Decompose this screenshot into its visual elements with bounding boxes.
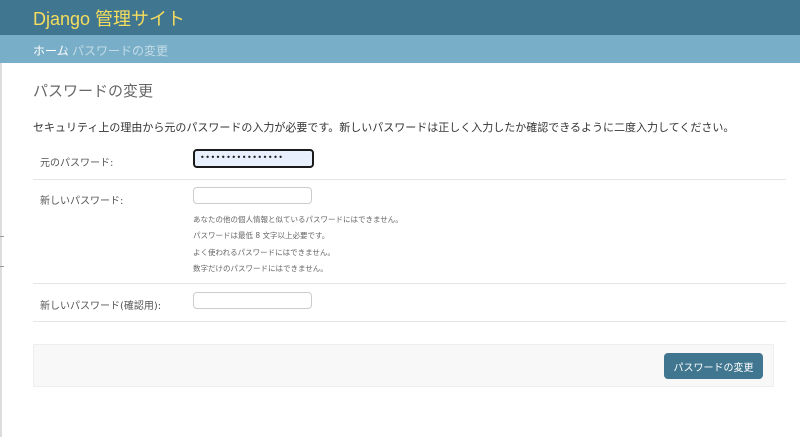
password-help-text: よく使われるパスワードにはできません。 [193,248,335,257]
form-row-new-password: 新しいパスワード: あなたの他の個人情報と似ているパスワードにはできません。 パ… [33,180,786,284]
breadcrumb: ホーム › パスワードの変更 [0,35,800,63]
submit-row: パスワードの変更 [33,344,774,387]
window-edge-tick [0,266,4,267]
page-title: パスワードの変更 [33,82,154,100]
breadcrumb-current: パスワードの変更 [72,44,169,58]
form-row-confirm-password: 新しいパスワード(確認用): [33,284,786,322]
old-password-input[interactable]: •••••••••••••••• [193,149,314,168]
confirm-password-input[interactable] [193,292,312,309]
old-password-label: 元のパスワード: [40,158,114,169]
new-password-label: 新しいパスワード: [40,196,124,207]
change-password-button[interactable]: パスワードの変更 [664,353,763,379]
intro-text: セキュリティ上の理由から元のパスワードの入力が必要です。新しいパスワードは正しく… [33,121,735,134]
breadcrumb-separator: › [64,42,69,56]
password-help-text: 数字だけのパスワードにはできません。 [193,264,328,273]
password-help-text: パスワードは最低 8 文字以上必要です。 [193,231,330,240]
new-password-input[interactable] [193,187,312,204]
window-left-edge [0,63,2,437]
confirm-password-label: 新しいパスワード(確認用): [40,301,162,312]
site-brand[interactable]: Django 管理サイト [33,5,185,31]
site-header: Django 管理サイト [0,0,800,35]
window-edge-tick [0,236,4,237]
password-help-text: あなたの他の個人情報と似ているパスワードにはできません。 [193,215,403,224]
form-row-old-password: 元のパスワード: •••••••••••••••• [33,140,786,180]
